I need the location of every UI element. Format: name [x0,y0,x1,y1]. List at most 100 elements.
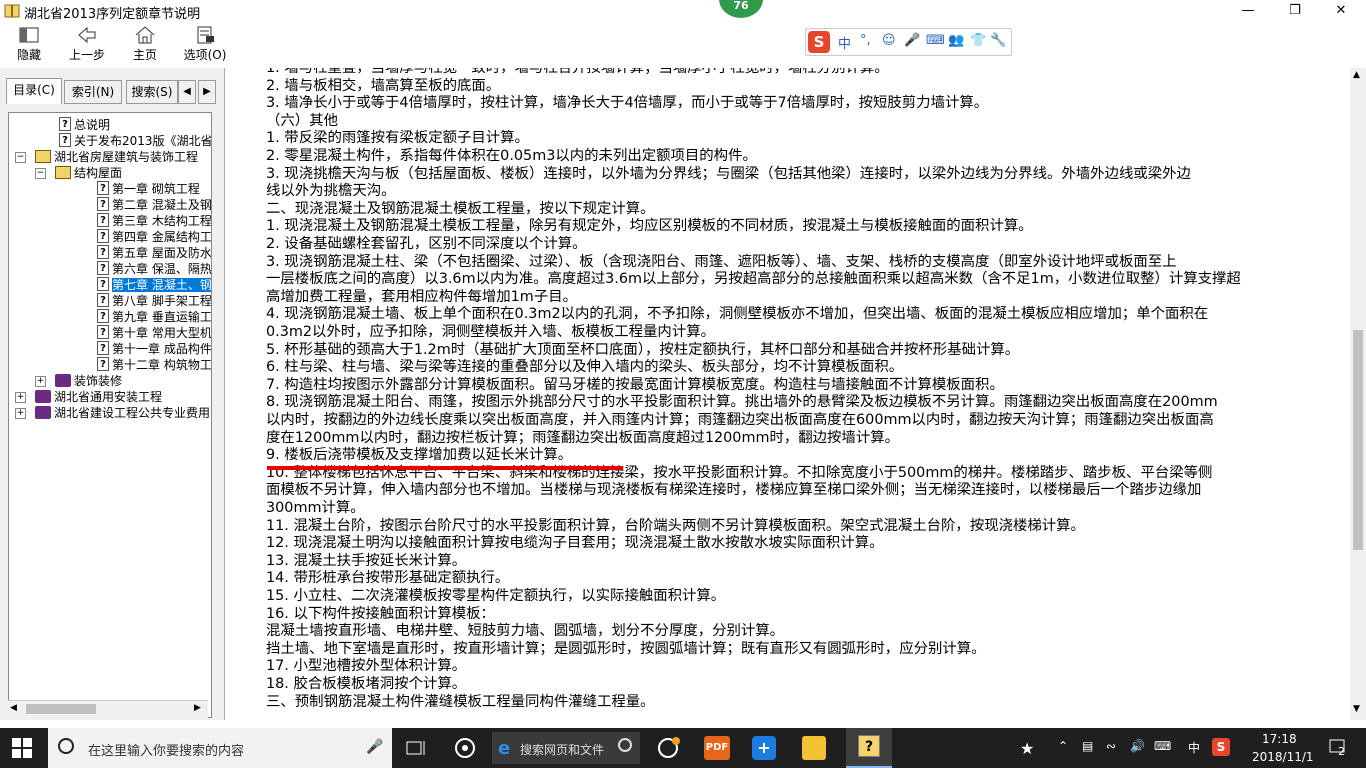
content-vertical-scrollbar[interactable]: ▲ ▼ [1350,68,1366,720]
pinwheel-app-icon[interactable] [452,736,480,760]
document-content: 1. 墙与柱重叠，当墙厚与柱宽一致时，墙与柱合并按墙计算；当墙厚小于柱宽时，墙柱… [226,68,1350,720]
scroll-up-icon[interactable]: ▲ [1353,70,1360,80]
help-viewer-taskbar-button[interactable]: ? [846,728,892,768]
minimize-button[interactable]: — [1225,0,1271,22]
tab-index[interactable]: 索引(N) [64,80,122,104]
tree-item[interactable]: + 湖北省通用安装工程 [15,389,162,405]
notepad-app-icon[interactable] [802,736,830,760]
help-page-icon: ? [97,277,109,291]
tab-contents[interactable]: 目录(C) [6,78,62,104]
content-line: 2. 墙与板相交，墙高算至板的底面。 [266,77,501,94]
clock-date[interactable]: 2018/11/1 [1252,750,1314,764]
toolbar: 隐藏 上一步 主页 选项(O) [0,22,1366,66]
keyboard-icon[interactable]: ⌨ [1154,739,1171,753]
content-line: 3. 现浇钢筋混凝土柱、梁（不包括圈梁、过梁）、板（含现浇阳台、雨篷、遮阳板等）… [266,253,1177,270]
network-icon[interactable]: ▤ [1082,739,1093,753]
help-page-icon: ? [97,229,109,243]
scroll-left-icon[interactable]: ◀ [10,703,17,713]
content-line: 一层楼板底之间的高度）以3.6m以内为准。高度超过3.6m以上部分，另按超高部分… [266,271,1241,288]
scroll-thumb[interactable] [26,704,96,714]
maximize-button[interactable]: ❐ [1272,0,1318,22]
tree-item[interactable]: ?第四章 金属结构工程 [97,229,211,245]
tab-search[interactable]: 搜索(S) [126,80,178,104]
sogou-tray-icon[interactable]: S [1212,738,1230,756]
expand-icon[interactable]: + [15,408,26,419]
tree-item-label: 第七章 混凝土、钢筋 [112,278,211,292]
tree-item[interactable]: + 装饰装修 [35,373,122,389]
content-line: 高增加费工程量，套用相应构件每增加1m子目。 [266,288,577,305]
options-button[interactable]: 选项(O) [178,24,232,64]
ime-users-icon[interactable]: 👥 [948,33,964,48]
browser-app-icon[interactable] [656,736,684,760]
tree-item-label: 第二章 混凝土及钢筋 [112,198,212,212]
tree-item[interactable]: ?第十二章 构筑物工程 [97,357,211,373]
options-icon [197,26,214,44]
clock-time[interactable]: 17:18 [1262,732,1297,746]
tree-item-label: 第六章 保温、隔热、防 [112,262,212,276]
close-button[interactable]: ✕ [1318,0,1364,22]
ime-punctuation-icon[interactable]: °, [860,33,871,48]
teamviewer-app-icon[interactable]: + [752,736,780,760]
ime-skin-icon[interactable]: 👕 [970,33,986,48]
collapse-icon[interactable]: − [15,152,26,163]
help-page-icon: ? [97,325,109,339]
hide-icon [19,27,39,43]
tree-item[interactable]: ? 总说明 [59,117,110,133]
tree-horizontal-scrollbar[interactable]: ◀ ▶ [8,700,208,718]
scroll-down-icon[interactable]: ▼ [1353,704,1360,714]
wifi-icon[interactable]: ∾ [1106,739,1116,753]
tree-item[interactable]: + 湖北省建设工程公共专业费用 [15,405,210,421]
notification-badge[interactable]: 76 [719,0,763,18]
tree-item[interactable]: ?关于发布2013版《湖北省房屋 [59,133,211,149]
tree-item[interactable]: ? 第一章 砌筑工程 [97,181,200,197]
tab-scroll-right-icon[interactable]: ▶ [198,80,216,104]
help-page-icon: ? [97,261,109,275]
tree-item[interactable]: ?第十章 常用大型机械 [97,325,211,341]
show-hidden-icons-icon[interactable]: ⌃ [1058,739,1068,753]
tree-item[interactable]: ? 第三章 木结构工程 [97,213,212,229]
content-line: 300mm计算。 [266,500,365,516]
tree-item[interactable]: ?第九章 垂直运输工程 [97,309,211,325]
search-icon [618,738,632,752]
scroll-thumb[interactable] [1353,330,1363,550]
hide-button[interactable]: 隐藏 [2,24,56,64]
contents-tree[interactable]: ?总说明?关于发布2013版《湖北省房屋−湖北省房屋建筑与装饰工程−结构屋面?第… [8,112,212,718]
tree-item[interactable]: ?第五章 屋面及防水工程 [97,245,211,261]
tree-item[interactable]: − 湖北省房屋建筑与装饰工程 [15,149,198,165]
ime-language-indicator[interactable]: 中 [1188,739,1200,756]
tree-item[interactable]: ?第七章 混凝土、钢筋 [97,277,211,293]
ime-settings-icon[interactable]: 🔧 [990,33,1006,48]
content-line: 线以外为挑檐天沟。 [266,183,396,200]
ime-toolbar[interactable]: S 中 °, ☺ 🎤 ⌨ 👥 👕 🔧 [805,28,1012,56]
tree-item[interactable]: ?第六章 保温、隔热、防 [97,261,212,277]
expand-icon[interactable]: + [35,376,46,387]
people-icon[interactable]: ★ [1020,739,1034,758]
tree-item-label: 第三章 木结构工程 [112,214,212,228]
scroll-right-icon[interactable]: ▶ [194,703,201,713]
tree-item[interactable]: ?第十一章 成品构件二次 [97,341,211,357]
tab-scroll-left-icon[interactable]: ◀ [178,80,196,104]
pdf-app-icon[interactable]: PDF [704,736,732,760]
ime-chinese-mode[interactable]: 中 [838,33,851,52]
home-button[interactable]: 主页 [118,24,172,64]
ime-keyboard-icon[interactable]: ⌨ [926,33,945,48]
tree-item-label: 总说明 [74,118,111,132]
book-open-icon [55,166,71,179]
taskbar-search-box[interactable]: 在这里输入你要搜索的内容 🎤 [48,728,392,768]
expand-icon[interactable]: + [15,392,26,403]
tree-item[interactable]: ? 第八章 脚手架工程 [97,293,211,309]
back-arrow-icon [78,26,96,44]
ime-microphone-icon[interactable]: 🎤 [904,33,920,48]
windows-start-icon[interactable] [12,738,32,762]
browser-search-bar[interactable]: e 搜索网页和文件 [492,732,640,764]
volume-icon[interactable]: 🔊 [1130,739,1145,753]
tree-item[interactable]: ?第二章 混凝土及钢筋 [97,197,212,213]
tree-item[interactable]: − 结构屋面 [35,165,122,181]
collapse-icon[interactable]: − [35,168,46,179]
help-page-icon: ? [97,341,109,355]
action-center-icon[interactable]: 2 [1328,737,1348,758]
microphone-icon[interactable]: 🎤 [366,739,383,755]
back-button[interactable]: 上一步 [60,24,114,64]
ime-emoji-icon[interactable]: ☺ [882,33,896,48]
task-view-icon[interactable] [404,736,432,760]
